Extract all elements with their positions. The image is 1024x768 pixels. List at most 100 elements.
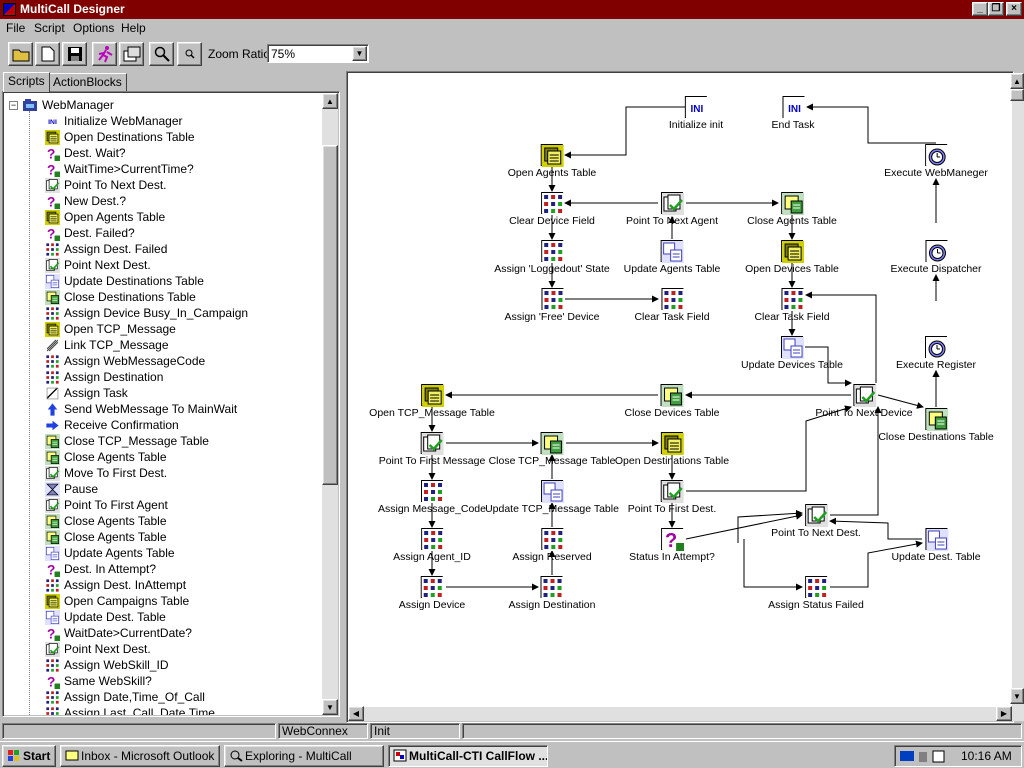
- zoom-ratio-select[interactable]: 75% ▼: [267, 44, 369, 63]
- collapse-icon[interactable]: −: [9, 100, 18, 110]
- scroll-left-icon[interactable]: ◀: [348, 706, 364, 721]
- flow-node-clearTask1[interactable]: Clear Task Field: [634, 288, 710, 323]
- taskbar-app-multicall[interactable]: MultiCall-CTI CallFlow ...: [388, 745, 548, 767]
- tree-item[interactable]: Assign Dest. InAttempt: [44, 577, 186, 593]
- tree-item[interactable]: Close Agents Table: [44, 529, 167, 545]
- flow-node-assignReserved[interactable]: Assign Reserved: [512, 528, 592, 563]
- flow-node-execWeb[interactable]: Execute WebManeger: [884, 144, 988, 179]
- flow-node-assignAgent[interactable]: Assign Agent_ID: [393, 528, 471, 563]
- taskbar-app-explorer[interactable]: Exploring - MultiCall: [224, 745, 384, 767]
- tree-item[interactable]: Move To First Dest.: [44, 465, 167, 481]
- flow-node-clearTask2[interactable]: Clear Task Field: [754, 288, 830, 323]
- tree-item[interactable]: Assign Dest. Failed: [44, 241, 167, 257]
- flow-node-updTcp[interactable]: Update TCP_Message Table: [485, 480, 619, 515]
- flow-node-statusAttempt[interactable]: ? Status In Attempt?: [629, 528, 715, 563]
- menu-help[interactable]: Help: [121, 21, 146, 35]
- minimize-button[interactable]: _: [972, 2, 988, 16]
- scroll-up-icon[interactable]: ▲: [1010, 73, 1024, 89]
- tree-item[interactable]: Update Dest. Table: [44, 609, 166, 625]
- flow-node-init[interactable]: INI Initialize init: [669, 96, 723, 131]
- tree-item[interactable]: Assign Date,Time_Of_Call: [44, 689, 205, 705]
- tree-item[interactable]: Open Agents Table: [44, 209, 165, 225]
- tree-item[interactable]: ? WaitDate>CurrentDate?: [44, 625, 192, 641]
- close-button[interactable]: ×: [1006, 2, 1022, 16]
- flow-node-assignFree[interactable]: Assign 'Free' Device: [504, 288, 600, 323]
- restore-button[interactable]: ❐: [988, 2, 1004, 16]
- tree-item[interactable]: Open Campaigns Table: [44, 593, 189, 609]
- tree-item[interactable]: ? New Dest.?: [44, 193, 126, 209]
- chevron-down-icon[interactable]: ▼: [352, 46, 367, 61]
- save-button[interactable]: [62, 42, 87, 66]
- tree-item[interactable]: ? Dest. In Attempt?: [44, 561, 156, 577]
- tree-item[interactable]: Pause: [44, 481, 98, 497]
- tree-item[interactable]: Link TCP_Message: [44, 337, 169, 353]
- tree-item[interactable]: ? Same WebSkill?: [44, 673, 152, 689]
- tree-item[interactable]: Assign Destination: [44, 369, 163, 385]
- compile-button[interactable]: [119, 42, 144, 66]
- flow-node-closeTcp[interactable]: Close TCP_Message Table: [489, 432, 615, 467]
- tree-item[interactable]: Point Next Dest.: [44, 641, 151, 657]
- tree-item[interactable]: Assign WebSkill_ID: [44, 657, 168, 673]
- flow-node-assignStatusFail[interactable]: Assign Status Failed: [768, 576, 864, 611]
- tree-item[interactable]: Assign Device Busy_In_Campaign: [44, 305, 248, 321]
- tree-item[interactable]: Update Destinations Table: [44, 273, 204, 289]
- menu-script[interactable]: Script: [34, 21, 65, 35]
- canvas-scroll-thumb[interactable]: [1010, 89, 1024, 101]
- small-zoom-button[interactable]: [177, 42, 202, 66]
- flow-node-assignMsg[interactable]: Assign Message_Code: [378, 480, 486, 515]
- tree-item[interactable]: Point To First Agent: [44, 497, 168, 513]
- flow-node-clearDev[interactable]: Clear Device Field: [509, 192, 595, 227]
- canvas-vscrollbar[interactable]: ▲ ▼: [1010, 73, 1024, 721]
- flow-node-ptNextDest[interactable]: Point To Next Dest.: [771, 504, 861, 539]
- flow-node-updAgents[interactable]: Update Agents Table: [624, 240, 720, 275]
- canvas-hscrollbar[interactable]: ◀ ▶: [348, 706, 1012, 721]
- open-button[interactable]: [8, 42, 33, 66]
- flow-node-ptNextAgent[interactable]: Point To Next Agent: [626, 192, 718, 227]
- tree-item[interactable]: Point Next Dest.: [44, 257, 151, 273]
- flow-node-assignLogged[interactable]: Assign 'Loggedout' State: [494, 240, 610, 275]
- menu-file[interactable]: File: [6, 21, 25, 35]
- tree-item[interactable]: Close Agents Table: [44, 513, 167, 529]
- scroll-right-icon[interactable]: ▶: [996, 706, 1012, 721]
- flow-node-closeDest[interactable]: Close Destinations Table: [878, 408, 994, 443]
- tree-item[interactable]: Assign WebMessageCode: [44, 353, 205, 369]
- flow-node-openDest[interactable]: Open Destinations Table: [615, 432, 729, 467]
- tree-root[interactable]: − WebManager: [9, 97, 114, 113]
- flow-node-openTcp[interactable]: Open TCP_Message Table: [369, 384, 495, 419]
- flow-node-assignDevice[interactable]: Assign Device: [399, 576, 465, 611]
- start-button[interactable]: Start: [2, 745, 56, 767]
- scroll-down-icon[interactable]: ▼: [322, 699, 338, 715]
- flow-node-closeAgents[interactable]: Close Agents Table: [747, 192, 837, 227]
- run-button[interactable]: [92, 42, 117, 66]
- flow-node-openDevices[interactable]: Open Devices Table: [745, 240, 839, 275]
- flow-node-execDisp[interactable]: Execute Dispatcher: [890, 240, 982, 275]
- taskbar-app-outlook[interactable]: Inbox - Microsoft Outlook: [60, 745, 220, 767]
- tree-item[interactable]: Close TCP_Message Table: [44, 433, 209, 449]
- tree-item[interactable]: Close Agents Table: [44, 449, 167, 465]
- scroll-up-icon[interactable]: ▲: [322, 93, 338, 109]
- tree-item[interactable]: Point To Next Dest.: [44, 177, 167, 193]
- tree-item[interactable]: Assign Last_Call_Date,Time: [44, 705, 215, 715]
- menu-options[interactable]: Options: [73, 21, 114, 35]
- tree-scroll-thumb[interactable]: [322, 145, 338, 485]
- tree-item[interactable]: Send WebMessage To MainWait: [44, 401, 237, 417]
- flow-node-openAgents[interactable]: Open Agents Table: [508, 144, 596, 179]
- tree-item[interactable]: Assign Task: [44, 385, 128, 401]
- tree-item[interactable]: Close Destinations Table: [44, 289, 196, 305]
- tab-actionblocks[interactable]: ActionBlocks: [48, 73, 127, 92]
- tree-item[interactable]: Receive Confirmation: [44, 417, 179, 433]
- tab-scripts[interactable]: Scripts: [3, 72, 50, 92]
- flow-node-execReg[interactable]: Execute Register: [896, 336, 976, 371]
- zoom-button[interactable]: [149, 42, 174, 66]
- flow-node-updDevices[interactable]: Update Devices Table: [741, 336, 843, 371]
- tree-item[interactable]: ? WaitTime>CurrentTime?: [44, 161, 194, 177]
- new-button[interactable]: [35, 42, 60, 66]
- flow-node-updDest[interactable]: Update Dest. Table: [891, 528, 981, 563]
- flow-node-ptFirstMsg[interactable]: Point To First Message: [379, 432, 485, 467]
- flow-canvas[interactable]: INI Initialize init INI End Task Open Agents…: [348, 73, 1012, 707]
- tree-item[interactable]: Open TCP_Message: [44, 321, 176, 337]
- tree-scrollbar[interactable]: ▲ ▼: [322, 93, 338, 715]
- tree-item[interactable]: Update Agents Table: [44, 545, 175, 561]
- tree-item[interactable]: Open Destinations Table: [44, 129, 195, 145]
- flow-node-end[interactable]: INI End Task: [772, 96, 815, 131]
